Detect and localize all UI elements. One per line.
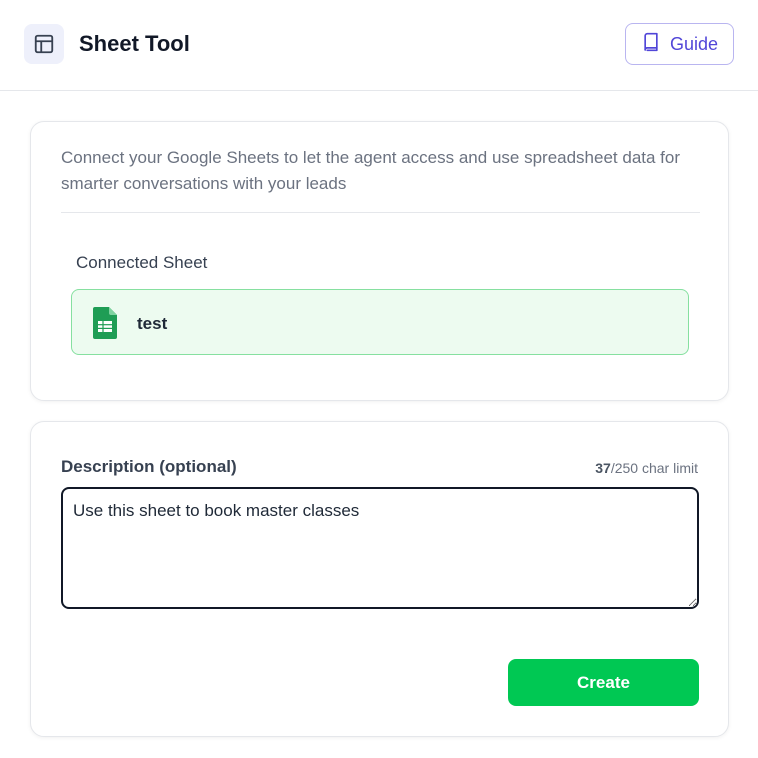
table-icon [24, 24, 64, 64]
char-counter: 37/250 char limit [595, 460, 698, 476]
char-limit-text: /250 char limit [610, 460, 698, 476]
connection-card: Connect your Google Sheets to let the ag… [30, 121, 729, 401]
sheet-name: test [137, 314, 168, 333]
connected-sheet-item[interactable]: test [71, 289, 689, 355]
divider [61, 212, 700, 213]
guide-label: Guide [669, 33, 719, 54]
description-input[interactable]: Use this sheet to book master classes [61, 487, 699, 609]
intro-text: Connect your Google Sheets to let the ag… [61, 148, 681, 193]
page-header: Sheet Tool Guide [0, 0, 758, 91]
create-button[interactable]: Create [508, 659, 699, 706]
connected-sheet-label: Connected Sheet [76, 253, 208, 272]
guide-button[interactable]: Guide [625, 23, 734, 65]
description-card: Description (optional) 37/250 char limit… [30, 421, 729, 737]
char-count-value: 37 [595, 460, 611, 476]
google-sheets-icon [93, 307, 117, 344]
page-title: Sheet Tool [79, 31, 190, 56]
book-icon [641, 32, 661, 57]
description-label: Description (optional) [61, 457, 237, 476]
